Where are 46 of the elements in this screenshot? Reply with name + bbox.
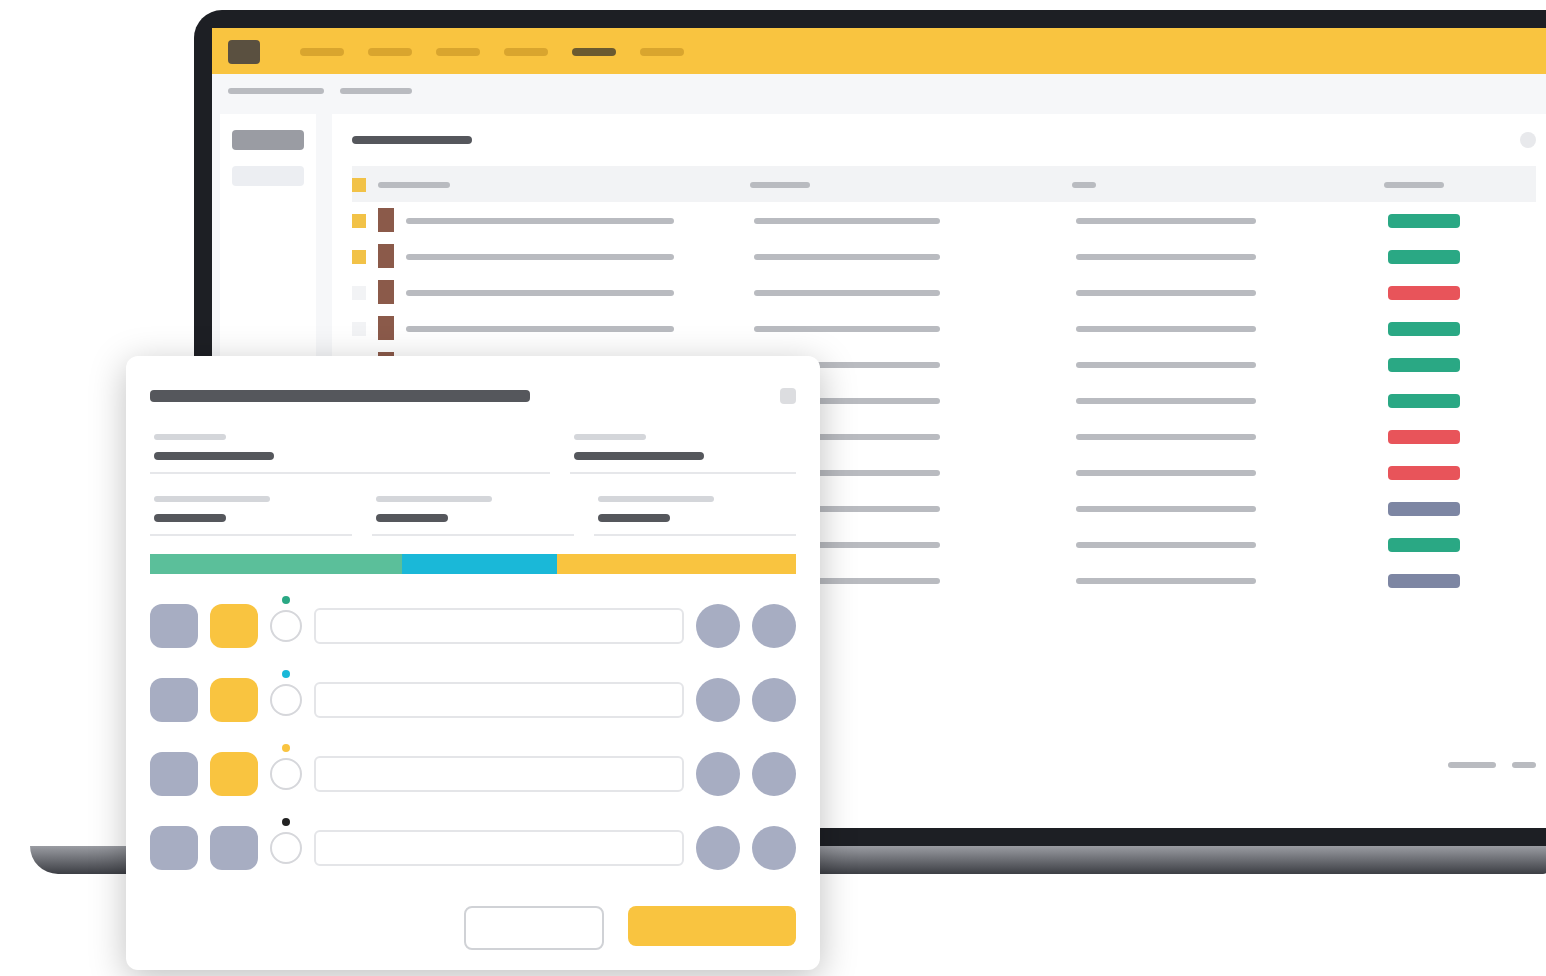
blurred-text-line xyxy=(1384,181,1444,187)
round-button[interactable] xyxy=(752,678,796,722)
flag-icon xyxy=(352,177,366,191)
round-button[interactable] xyxy=(752,826,796,870)
cancel-button[interactable] xyxy=(464,906,604,950)
square-button[interactable] xyxy=(210,678,258,722)
input-field[interactable] xyxy=(314,756,684,792)
square-button[interactable] xyxy=(150,604,198,648)
circle-icon xyxy=(270,684,302,716)
logo-icon xyxy=(228,39,260,63)
round-button[interactable] xyxy=(752,752,796,796)
square-button[interactable] xyxy=(210,826,258,870)
square-button[interactable] xyxy=(150,678,198,722)
blurred-text-line xyxy=(340,87,412,93)
input-field[interactable] xyxy=(314,830,684,866)
round-button[interactable] xyxy=(752,604,796,648)
photo-placeholder xyxy=(378,208,394,232)
circle-icon xyxy=(270,610,302,642)
flag-icon[interactable] xyxy=(352,249,366,263)
circle-icon xyxy=(270,832,302,864)
square-button[interactable] xyxy=(210,752,258,796)
nav-tab[interactable] xyxy=(572,47,616,55)
square-button[interactable] xyxy=(150,826,198,870)
flag-icon[interactable] xyxy=(352,213,366,227)
photo-placeholder xyxy=(378,316,394,340)
round-button[interactable] xyxy=(696,752,740,796)
blurred-text-line xyxy=(352,136,472,144)
input-field[interactable] xyxy=(314,608,684,644)
photo-placeholder xyxy=(378,280,394,304)
blurred-text-line xyxy=(1072,181,1096,187)
accept-button[interactable] xyxy=(628,906,796,946)
square-button[interactable] xyxy=(150,752,198,796)
round-button[interactable] xyxy=(696,826,740,870)
close-icon[interactable] xyxy=(780,388,796,404)
blurred-text-line xyxy=(1448,762,1496,768)
blurred-text-line xyxy=(378,181,450,187)
square-button[interactable] xyxy=(210,604,258,648)
blurred-text-line xyxy=(228,87,324,93)
sidebar-item[interactable] xyxy=(232,130,304,150)
circle-icon xyxy=(270,758,302,790)
round-button[interactable] xyxy=(696,604,740,648)
input-field[interactable] xyxy=(314,682,684,718)
blurred-text-line xyxy=(750,181,810,187)
round-button[interactable] xyxy=(696,678,740,722)
blurred-text-line xyxy=(1512,762,1536,768)
photo-placeholder xyxy=(378,244,394,268)
